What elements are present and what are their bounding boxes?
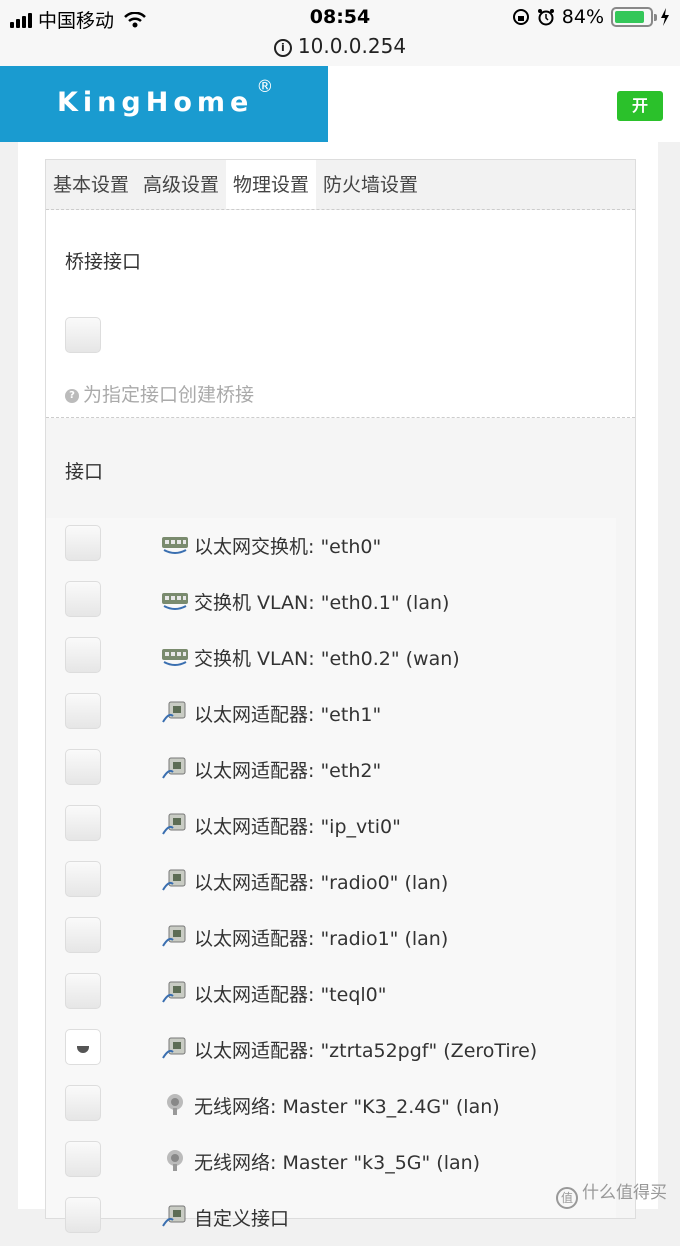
interface-checkbox[interactable] — [65, 973, 101, 1009]
interface-label[interactable]: 以太网适配器: "ztrta52pgf" (ZeroTire) — [194, 1036, 537, 1063]
interface-row: 无线网络: Master "K3_2.4G" (lan) — [46, 1078, 616, 1134]
ethernet-adapter-icon — [162, 813, 186, 835]
interface-checkbox[interactable] — [65, 693, 101, 729]
help-icon: ? — [65, 389, 79, 403]
interface-label[interactable]: 交换机 VLAN: "eth0.1" (lan) — [194, 588, 449, 615]
interface-row: 以太网适配器: "ztrta52pgf" (ZeroTire) — [46, 1022, 616, 1078]
info-icon[interactable]: i — [273, 39, 292, 57]
bridge-checkbox[interactable] — [65, 317, 101, 353]
interface-label[interactable]: 以太网适配器: "eth2" — [194, 756, 381, 783]
battery-level — [615, 11, 644, 23]
interface-checkbox[interactable] — [65, 917, 101, 953]
battery-percent: 84% — [561, 6, 604, 28]
page-content: 基本设置 高级设置 物理设置 防火墙设置 桥接接口 ? 为指定接口创建桥接 接口 … — [18, 142, 658, 1233]
interface-label[interactable]: 自定义接口 — [194, 1204, 289, 1231]
tab-basic-settings[interactable]: 基本设置 — [46, 160, 136, 209]
switch-icon — [162, 593, 188, 610]
interface-label[interactable]: 以太网适配器: "teql0" — [194, 980, 387, 1007]
rotation-lock-icon — [512, 9, 529, 25]
interface-row: 以太网适配器: "teql0" — [46, 966, 616, 1022]
settings-tabs: 基本设置 高级设置 物理设置 防火墙设置 — [46, 160, 635, 210]
url-text[interactable]: 10.0.0.254 — [298, 34, 406, 58]
interface-checkbox[interactable] — [65, 1085, 101, 1121]
interface-row: 以太网适配器: "eth2" — [46, 742, 616, 798]
interface-row: 以太网交换机: "eth0" — [46, 518, 616, 574]
bridge-section: 桥接接口 ? 为指定接口创建桥接 — [46, 210, 635, 418]
interface-checkbox[interactable] — [65, 805, 101, 841]
watermark-text: 什么值得买 — [582, 1183, 667, 1203]
interface-checkbox[interactable] — [65, 525, 101, 561]
tab-firewall-settings[interactable]: 防火墙设置 — [316, 160, 425, 209]
interface-label[interactable]: 以太网适配器: "radio0" (lan) — [194, 868, 448, 895]
bridge-hint-text: 为指定接口创建桥接 — [83, 384, 255, 406]
tab-physical-settings[interactable]: 物理设置 — [226, 160, 317, 209]
status-bar: 中国移动 08:54 84% — [0, 0, 680, 34]
switch-icon — [162, 537, 188, 554]
tab-advanced-settings[interactable]: 高级设置 — [136, 160, 226, 209]
interface-checkbox[interactable] — [65, 1197, 101, 1233]
status-right: 84% — [512, 6, 670, 28]
interface-checkbox[interactable] — [65, 637, 101, 673]
ethernet-adapter-icon — [162, 981, 186, 1003]
watermark: 值什么值得买 — [556, 1178, 667, 1209]
charging-icon — [661, 8, 669, 26]
interface-checkbox[interactable] — [65, 861, 101, 897]
interface-list: 以太网交换机: "eth0" 交换机 VLAN: "eth0.1" (lan) 交换… — [46, 518, 616, 1233]
interface-label[interactable]: 以太网适配器: "ip_vti0" — [194, 812, 401, 839]
brand-text: KingHome ® — [57, 77, 274, 118]
interfaces-section: 接口 以太网交换机: "eth0" 交换机 VLAN: "eth0.1" (lan… — [46, 418, 635, 1233]
ethernet-adapter-icon — [162, 925, 186, 947]
interface-row: 以太网适配器: "radio0" (lan) — [46, 854, 616, 910]
interface-label[interactable]: 以太网适配器: "eth1" — [194, 700, 381, 727]
interface-row: 交换机 VLAN: "eth0.1" (lan) — [46, 574, 616, 630]
watermark-logo-icon: 值 — [556, 1187, 578, 1209]
open-toggle-button[interactable]: 开 — [617, 91, 663, 121]
app-header: KingHome ® 开 — [0, 66, 680, 142]
bridge-hint: ? 为指定接口创建桥接 — [65, 380, 254, 407]
registered-mark: ® — [256, 77, 274, 97]
ethernet-adapter-icon — [162, 1037, 186, 1059]
interface-label[interactable]: 以太网适配器: "radio1" (lan) — [194, 924, 448, 951]
battery-icon — [611, 7, 657, 27]
bridge-section-title: 桥接接口 — [65, 251, 142, 273]
interface-checkbox[interactable] — [65, 749, 101, 785]
interface-checkbox[interactable] — [65, 581, 101, 617]
interface-label[interactable]: 无线网络: Master "K3_2.4G" (lan) — [194, 1092, 500, 1119]
ethernet-adapter-icon — [162, 757, 186, 779]
interface-row: 交换机 VLAN: "eth0.2" (wan) — [46, 630, 616, 686]
wireless-icon — [167, 1150, 183, 1171]
interface-row: 无线网络: Master "k3_5G" (lan) — [46, 1134, 616, 1190]
settings-panel: 基本设置 高级设置 物理设置 防火墙设置 桥接接口 ? 为指定接口创建桥接 接口 … — [45, 159, 636, 1233]
alarm-icon — [537, 9, 554, 26]
interface-row: 以太网适配器: "ip_vti0" — [46, 798, 616, 854]
checked-mark — [77, 1046, 89, 1053]
url-bar[interactable]: i 10.0.0.254 — [0, 34, 680, 66]
interfaces-section-title: 接口 — [65, 461, 104, 483]
interface-row: 以太网适配器: "radio1" (lan) — [46, 910, 616, 966]
ethernet-adapter-icon — [162, 1205, 186, 1227]
brand-logo[interactable]: KingHome ® — [0, 66, 328, 142]
switch-icon — [162, 649, 188, 666]
interface-checkbox[interactable] — [65, 1029, 101, 1065]
interface-label[interactable]: 以太网交换机: "eth0" — [194, 532, 381, 559]
interface-row: 以太网适配器: "eth1" — [46, 686, 616, 742]
interface-checkbox[interactable] — [65, 1141, 101, 1177]
ethernet-adapter-icon — [162, 701, 186, 723]
interface-label[interactable]: 无线网络: Master "k3_5G" (lan) — [194, 1148, 480, 1175]
wireless-icon — [167, 1094, 183, 1115]
ethernet-adapter-icon — [162, 869, 186, 891]
interface-label[interactable]: 交换机 VLAN: "eth0.2" (wan) — [194, 644, 460, 671]
interface-row: 自定义接口 — [46, 1190, 616, 1246]
